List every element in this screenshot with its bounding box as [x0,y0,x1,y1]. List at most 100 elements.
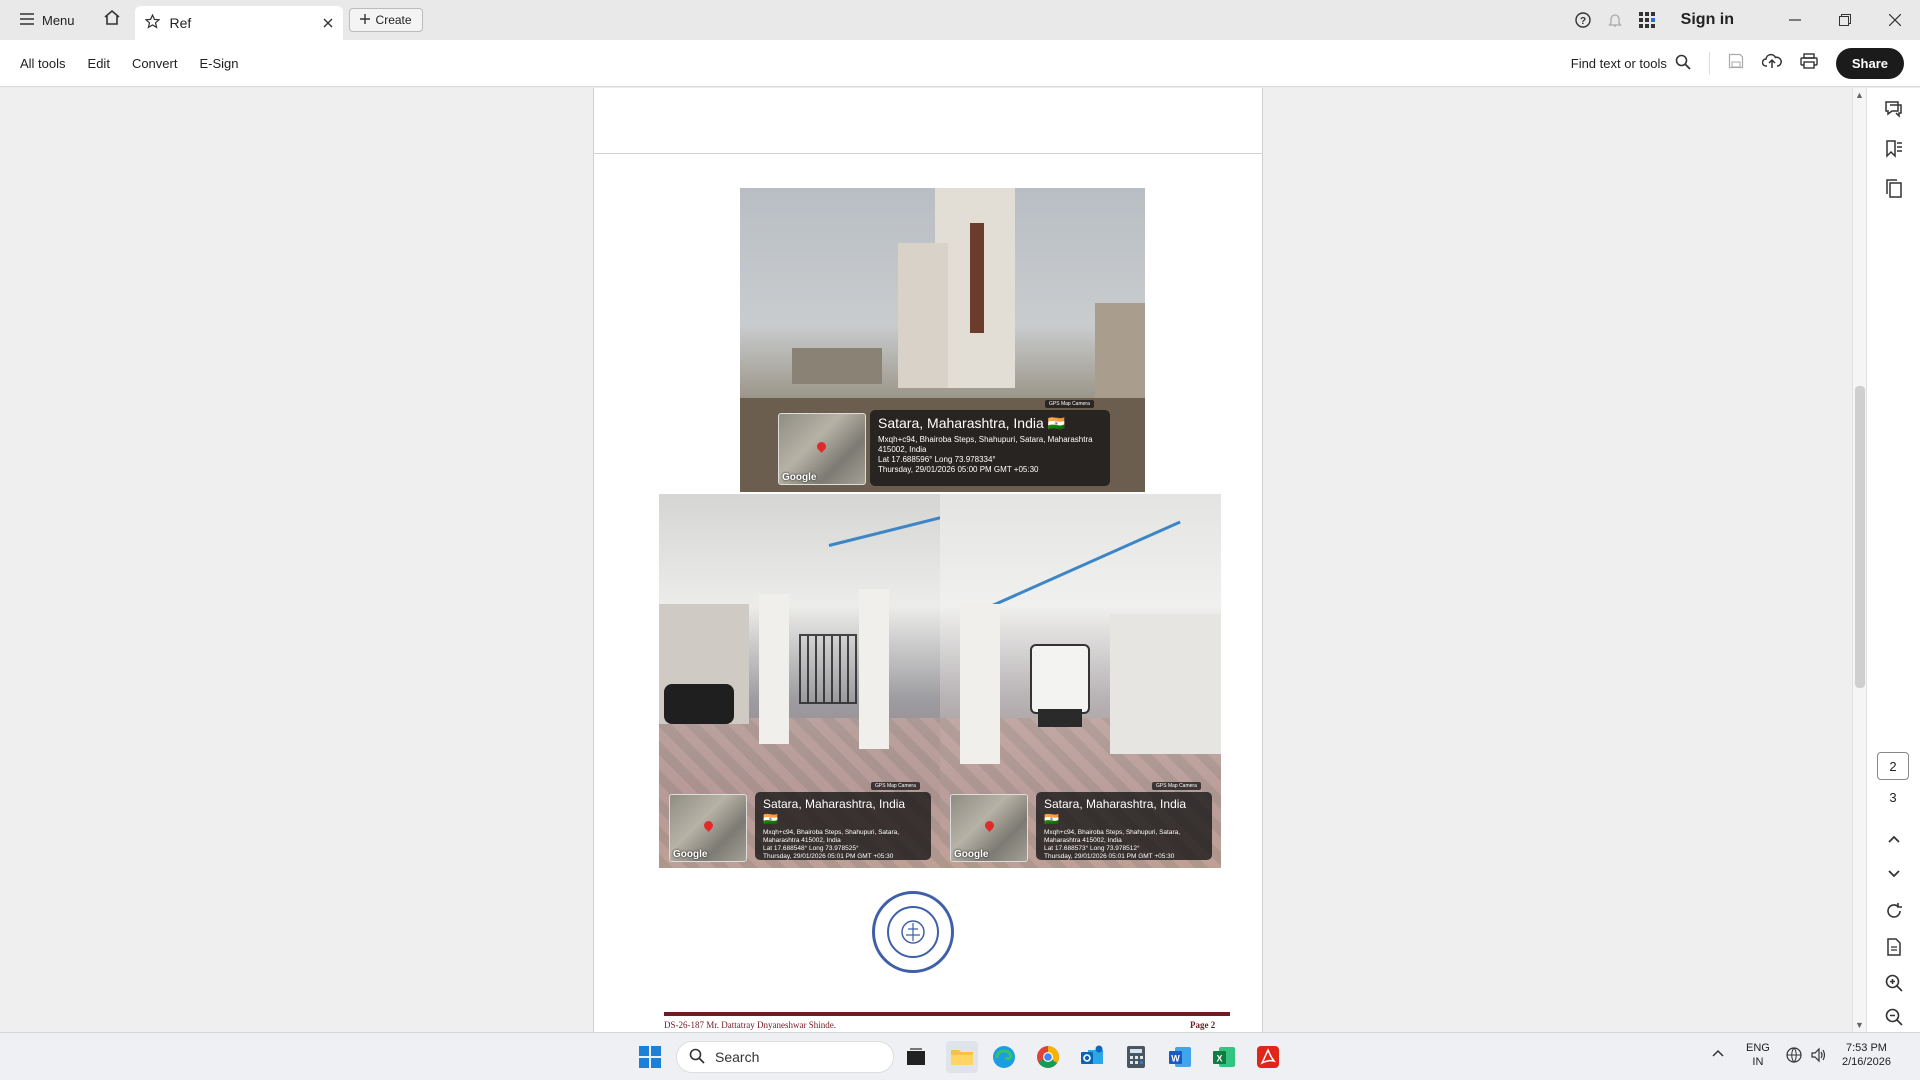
acrobat-icon[interactable] [1252,1041,1284,1073]
save-icon[interactable] [1728,53,1744,74]
find-tools-button[interactable]: Find text or tools [1571,54,1691,73]
gps-address: Mxqh+c94, Bhairoba Steps, Shahupuri, Sat… [1044,829,1181,845]
camera-app-label: GPS Map Camera [871,782,920,790]
apps-grid-icon[interactable] [1631,12,1663,28]
bookmark-icon[interactable] [1883,138,1905,160]
menu-button[interactable]: Menu [0,0,89,40]
gps-caption: Satara, Maharashtra, India 🇮🇳 Mxqh+c94, … [755,792,931,860]
find-label: Find text or tools [1570,55,1667,71]
chrome-browser-icon[interactable] [1032,1041,1064,1073]
building-photo: Google GPS Map Camera Satara, Maharashtr… [740,188,1145,492]
toolbar: All tools Edit Convert E-Sign Find text … [0,40,1920,87]
volume-icon[interactable] [1810,1047,1826,1067]
clock[interactable]: 7:53 PM 2/16/2026 [1842,1041,1891,1070]
word-icon[interactable]: W [1164,1041,1196,1073]
rotate-icon[interactable] [1883,900,1905,922]
sign-in-button[interactable]: Sign in [1681,11,1734,29]
toolbar-divider [1708,52,1710,74]
footer-rule [664,1012,1230,1016]
esign-menu[interactable]: E-Sign [199,56,238,71]
gps-caption: Satara, Maharashtra, India 🇮🇳 Mxqh+c94, … [870,410,1110,486]
document-viewer[interactable]: Google GPS Map Camera Satara, Maharashtr… [0,88,1852,1032]
svg-text:X: X [1216,1054,1222,1064]
map-pin-icon [815,440,828,453]
convert-menu[interactable]: Convert [132,56,178,71]
close-tab-icon[interactable] [323,15,333,31]
gps-city: Satara, Maharashtra, India 🇮🇳 [1044,797,1187,826]
outlook-icon[interactable] [1076,1041,1108,1073]
home-button[interactable] [89,0,135,40]
document-tab[interactable]: Ref [134,6,343,40]
scroll-down-arrow-icon[interactable]: ▼ [1855,1020,1864,1030]
network-icon[interactable] [1786,1047,1802,1067]
gps-datetime: Thursday, 29/01/2026 05:01 PM GMT +05:30 [1044,853,1175,861]
right-rail: 2 3 [1866,88,1920,1032]
gps-caption: Satara, Maharashtra, India 🇮🇳 Mxqh+c94, … [1036,792,1212,860]
minimize-button[interactable] [1770,0,1820,40]
gps-address: Mxqh+c94, Bhairoba Steps, Shahupuri, Sat… [763,829,900,845]
calculator-icon[interactable] [1120,1041,1152,1073]
gps-datetime: Thursday, 29/01/2026 05:00 PM GMT +05:30 [878,464,1039,474]
taskbar-search[interactable]: Search [676,1041,894,1073]
share-button[interactable]: Share [1835,47,1904,79]
search-icon [1675,54,1691,73]
restore-button[interactable] [1820,0,1870,40]
gps-coordinates: Lat 17.688573° Long 73.978512° [1044,845,1140,853]
print-icon[interactable] [1800,52,1818,74]
clock-date: 2/16/2026 [1842,1056,1891,1069]
region-code: IN [1752,1056,1764,1069]
comment-icon[interactable] [1883,98,1905,120]
all-tools-menu[interactable]: All tools [20,56,66,71]
file-explorer-icon[interactable] [946,1041,978,1073]
language-indicator[interactable]: ENG IN [1746,1041,1770,1070]
task-view-icon[interactable] [900,1041,932,1073]
gps-city: Satara, Maharashtra, India 🇮🇳 [763,797,906,826]
stamp-emblem [887,906,939,958]
map-pin-icon [983,819,996,832]
star-icon[interactable] [144,13,161,32]
page-fit-icon[interactable] [1883,936,1905,958]
gps-datetime: Thursday, 29/01/2026 05:01 PM GMT +05:30 [763,853,894,861]
camera-app-label: GPS Map Camera [1152,782,1201,790]
location-map-thumbnail: Google [950,794,1028,862]
excel-icon[interactable]: X [1208,1041,1240,1073]
map-provider-label: Google [954,849,989,860]
zoom-out-icon[interactable] [1883,1006,1905,1028]
search-icon [689,1048,705,1067]
current-page-input[interactable]: 2 [1877,752,1909,780]
svg-text:W: W [1171,1054,1180,1064]
valuer-stamp [872,891,954,973]
map-pin-icon [702,819,715,832]
next-page-icon[interactable] [1883,863,1905,885]
vertical-scrollbar[interactable]: ▲ ▼ [1852,88,1866,1032]
title-bar: Menu Ref Create ? Sign in [0,0,1920,40]
scrollbar-thumb[interactable] [1855,386,1865,688]
menu-label: Menu [42,12,75,28]
parking-photo-right: Google GPS Map Camera Satara, Maharashtr… [940,494,1221,868]
edge-browser-icon[interactable] [988,1041,1020,1073]
show-hidden-icons[interactable] [1712,1047,1724,1061]
camera-app-label: GPS Map Camera [1045,400,1094,408]
clock-time: 7:53 PM [1845,1042,1887,1054]
svg-text:?: ? [1580,16,1586,27]
scroll-up-arrow-icon[interactable]: ▲ [1855,90,1864,100]
previous-page-icon[interactable] [1883,828,1905,850]
edit-menu[interactable]: Edit [88,56,110,71]
cloud-upload-icon[interactable] [1761,53,1782,74]
hamburger-icon [20,12,34,28]
footer-page-number: Page 2 [1190,1020,1216,1030]
bell-icon[interactable] [1599,12,1631,28]
gps-coordinates: Lat 17.688548° Long 73.978525° [763,845,859,853]
location-map-thumbnail: Google [669,794,747,862]
windows-start-icon[interactable] [634,1041,666,1073]
create-button[interactable]: Create [348,8,423,32]
zoom-in-icon[interactable] [1883,972,1905,994]
footer-reference: DS-26-187 Mr. Dattatray Dnyaneshwar Shin… [664,1020,836,1030]
page-thumbnails-icon[interactable] [1883,178,1905,200]
create-label: Create [375,13,412,27]
total-pages: 3 [1889,790,1897,805]
close-window-button[interactable] [1870,0,1920,40]
gps-coordinates: Lat 17.688596° Long 73.978334° [878,454,996,464]
location-map-thumbnail: Google [778,413,866,485]
help-icon[interactable]: ? [1567,12,1599,28]
